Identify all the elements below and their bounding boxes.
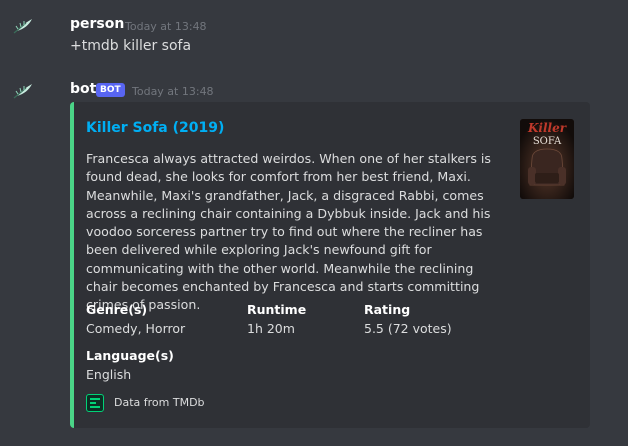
movie-poster-thumbnail[interactable]: Killer SOFA — [520, 119, 574, 199]
author-name[interactable]: person — [70, 16, 124, 32]
tmdb-logo-icon — [86, 394, 104, 412]
field-name: Language(s) — [86, 348, 174, 363]
field-name: Runtime — [247, 302, 307, 317]
footer-text: Data from TMDb — [114, 396, 205, 409]
bot-badge: BOT — [96, 83, 125, 97]
field-languages: Language(s) English — [86, 348, 174, 382]
embed-description: Francesca always attracted weirdos. When… — [86, 151, 491, 313]
poster-title-line1: Killer — [527, 121, 568, 135]
field-name: Genre(s) — [86, 302, 148, 317]
field-value: 5.5 (72 votes) — [364, 321, 452, 336]
poster-image: Killer SOFA — [520, 119, 574, 199]
field-name: Rating — [364, 302, 411, 317]
field-value: Comedy, Horror — [86, 321, 186, 336]
avatar-person[interactable] — [12, 17, 34, 35]
feather-avatar-icon — [13, 84, 32, 99]
feather-avatar-icon — [13, 19, 32, 34]
field-value: English — [86, 367, 132, 382]
embed-title-link[interactable]: Killer Sofa (2019) — [86, 120, 224, 136]
poster-title-line2: SOFA — [533, 136, 562, 147]
avatar-bot[interactable] — [12, 82, 34, 100]
embed-card: Killer Sofa (2019) Francesca always attr… — [70, 102, 590, 428]
field-runtime: Runtime 1h 20m — [247, 302, 306, 336]
timestamp: Today at 13:48 — [125, 20, 207, 33]
field-rating: Rating 5.5 (72 votes) — [364, 302, 452, 336]
author-name[interactable]: bot — [70, 81, 96, 97]
message-text: +tmdb killer sofa — [70, 38, 192, 54]
field-value: 1h 20m — [247, 321, 295, 336]
field-genres: Genre(s) Comedy, Horror — [86, 302, 185, 336]
timestamp: Today at 13:48 — [132, 85, 214, 98]
